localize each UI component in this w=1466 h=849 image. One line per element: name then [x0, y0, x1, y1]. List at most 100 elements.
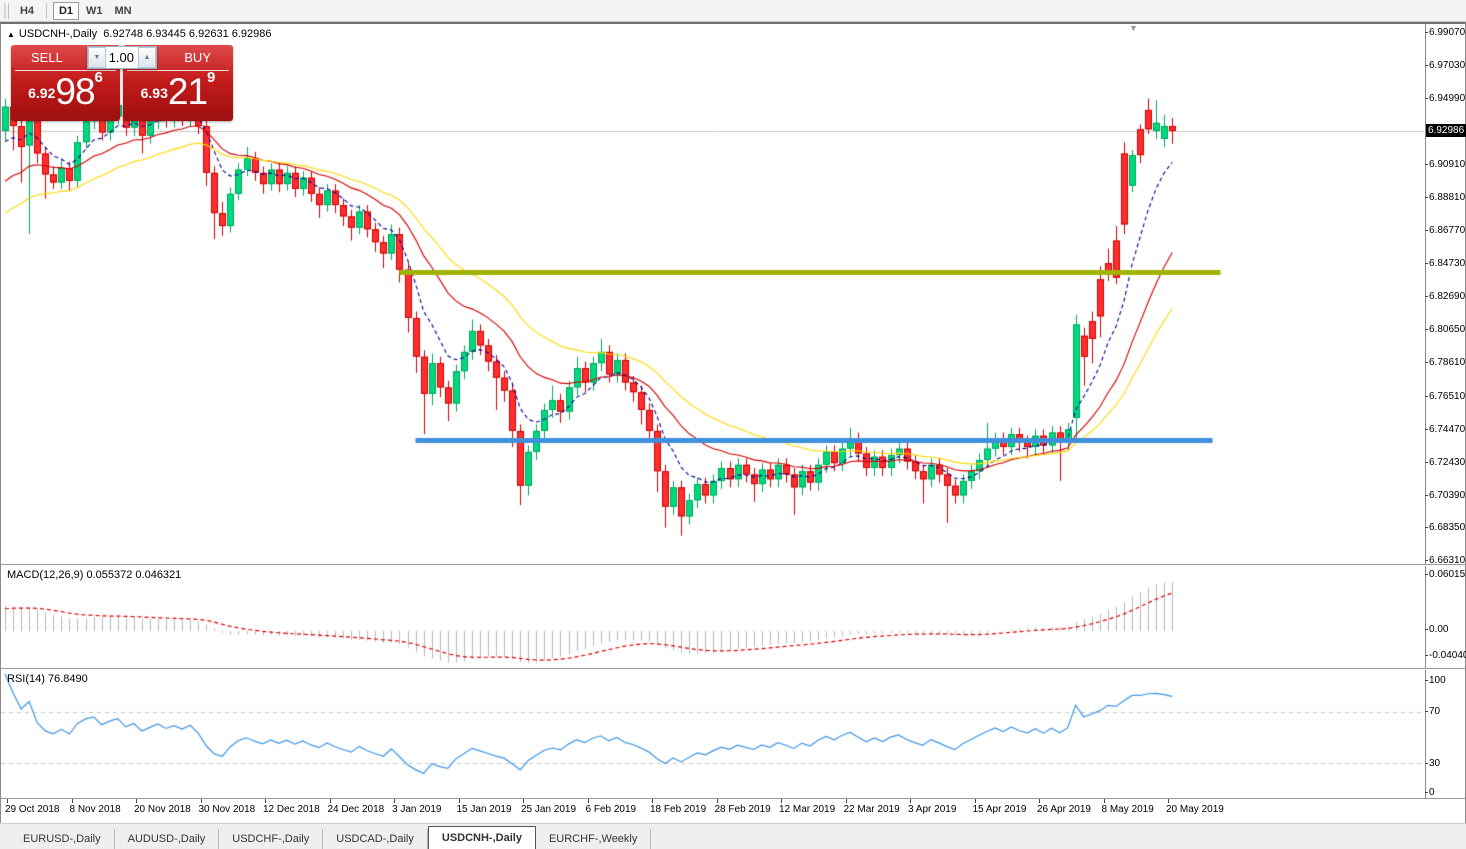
- date-tick: [523, 799, 524, 803]
- macd-panel: MACD(12,26,9) 0.055372 0.046321 0.060159…: [1, 566, 1465, 668]
- date-tick: [910, 799, 911, 803]
- date-axis-label: 12 Mar 2019: [779, 804, 835, 815]
- price-axis-label: 6.70390: [1429, 490, 1465, 501]
- ask-price-big: 21: [168, 71, 207, 112]
- date-axis: 29 Oct 20188 Nov 201820 Nov 201830 Nov 2…: [1, 799, 1465, 823]
- ask-price-pip: 9: [207, 69, 215, 86]
- volume-decrease-button[interactable]: ▼: [88, 47, 106, 68]
- date-axis-label: 3 Apr 2019: [908, 804, 956, 815]
- price-axis-label: 6.99070: [1429, 27, 1465, 38]
- date-tick: [330, 799, 331, 803]
- volume-spinner: ▼ 1.00 ▲: [87, 46, 157, 69]
- volume-increase-button[interactable]: ▲: [138, 47, 156, 68]
- date-axis-label: 30 Nov 2018: [199, 804, 256, 815]
- rsi-indicator-label: RSI(14) 76.8490: [7, 673, 88, 685]
- rsi-canvas[interactable]: [1, 670, 1424, 798]
- date-tick: [72, 799, 73, 803]
- macd-canvas[interactable]: [1, 566, 1424, 668]
- timeframe-toolbar: H4 D1W1MN: [0, 0, 1466, 22]
- date-tick: [846, 799, 847, 803]
- macd-indicator-label: MACD(12,26,9) 0.055372 0.046321: [7, 569, 181, 581]
- date-axis-label: 22 Mar 2019: [844, 804, 900, 815]
- symbol-tab-bar: EURUSD-,DailyAUDUSD-,DailyUSDCHF-,DailyU…: [0, 823, 1466, 849]
- price-axis-label: 6.88810: [1429, 192, 1465, 203]
- collapse-triangle-icon[interactable]: ▲: [7, 30, 15, 39]
- date-tick: [975, 799, 976, 803]
- ask-price-main: 6.93: [141, 85, 168, 101]
- symbol-tab-usdcnh[interactable]: USDCNH-,Daily: [428, 826, 536, 849]
- price-axis-label: 6.68350: [1429, 522, 1465, 533]
- date-tick: [394, 799, 395, 803]
- bid-price-display: 6.92986: [11, 69, 120, 113]
- date-axis-label: 24 Dec 2018: [328, 804, 385, 815]
- date-axis-label: 15 Jan 2019: [457, 804, 512, 815]
- date-axis-label: 28 Feb 2019: [715, 804, 771, 815]
- price-axis-label: 6.84730: [1429, 258, 1465, 269]
- symbol-tab-eurusd[interactable]: EURUSD-,Daily: [10, 829, 115, 849]
- symbol-tab-usdchf[interactable]: USDCHF-,Daily: [219, 829, 323, 849]
- symbol-tab-audusd[interactable]: AUDUSD-,Daily: [115, 829, 220, 849]
- rsi-axis: 100 70 30 0: [1425, 670, 1465, 798]
- price-axis-label: 6.74470: [1429, 424, 1465, 435]
- date-axis-label: 20 Nov 2018: [134, 804, 191, 815]
- toolbar-separator: [46, 3, 47, 19]
- one-click-trade-panel: SELL 6.92986 BUY 6.93219 ▼ 1.00 ▲: [11, 45, 233, 121]
- timeframe-button-d1[interactable]: D1: [53, 2, 79, 20]
- bid-price-big: 98: [55, 71, 94, 112]
- price-axis-label: 6.76510: [1429, 391, 1465, 402]
- macd-axis-label: 0.060159: [1429, 569, 1466, 580]
- date-tick: [652, 799, 653, 803]
- chart-title: ▲ USDCNH-,Daily 6.92748 6.93445 6.92631 6…: [7, 28, 272, 40]
- date-tick: [459, 799, 460, 803]
- volume-input[interactable]: 1.00: [106, 47, 138, 68]
- date-tick: [781, 799, 782, 803]
- macd-axis-label: -0.040407: [1429, 650, 1466, 661]
- rsi-panel: RSI(14) 76.8490 100 70 30 0: [1, 670, 1465, 798]
- date-axis-label: 8 Nov 2018: [70, 804, 121, 815]
- date-tick: [1039, 799, 1040, 803]
- date-tick: [7, 799, 8, 803]
- current-price-tag: 6.92986: [1426, 124, 1466, 137]
- ask-price-display: 6.93219: [123, 69, 233, 113]
- macd-axis-label: 0.00: [1429, 624, 1448, 635]
- price-axis-label: 6.66310: [1429, 555, 1465, 566]
- macd-axis: 0.060159 0.00 -0.040407: [1425, 566, 1465, 668]
- date-tick: [1168, 799, 1169, 803]
- price-axis-label: 6.78610: [1429, 357, 1465, 368]
- toolbar-grip-icon: [4, 3, 9, 19]
- price-axis-label: 6.82690: [1429, 291, 1465, 302]
- date-axis-label: 20 May 2019: [1166, 804, 1224, 815]
- date-tick: [717, 799, 718, 803]
- date-tick: [136, 799, 137, 803]
- chart-ohlc-quote: 6.92748 6.93445 6.92631 6.92986: [103, 28, 271, 40]
- date-axis-label: 3 Jan 2019: [392, 804, 442, 815]
- price-axis-label: 6.86770: [1429, 225, 1465, 236]
- symbol-tab-usdcad[interactable]: USDCAD-,Daily: [323, 829, 428, 849]
- timeframe-button-h4[interactable]: H4: [14, 2, 40, 20]
- price-axis-label: 6.80650: [1429, 324, 1465, 335]
- timeframe-button-mn[interactable]: MN: [110, 2, 137, 20]
- bid-price-main: 6.92: [28, 85, 55, 101]
- date-tick: [201, 799, 202, 803]
- main-chart-panel: ▲ USDCNH-,Daily 6.92748 6.93445 6.92631 6…: [1, 24, 1465, 564]
- bid-price-pip: 6: [95, 69, 103, 86]
- price-axis-label: 6.72430: [1429, 457, 1465, 468]
- rsi-axis-label: 70: [1429, 706, 1440, 717]
- date-axis-label: 12 Dec 2018: [263, 804, 320, 815]
- rsi-axis-label: 100: [1429, 675, 1446, 686]
- date-axis-label: 8 May 2019: [1102, 804, 1154, 815]
- rsi-axis-label: 30: [1429, 758, 1440, 769]
- rsi-axis-label: 0: [1429, 787, 1435, 798]
- date-tick: [588, 799, 589, 803]
- date-tick: [265, 799, 266, 803]
- chart-symbol-label: USDCNH-,Daily: [19, 28, 97, 40]
- price-axis-label: 6.94990: [1429, 93, 1465, 104]
- price-axis-label: 6.90910: [1429, 159, 1465, 170]
- date-axis-label: 18 Feb 2019: [650, 804, 706, 815]
- sell-label: SELL: [31, 50, 63, 65]
- date-tick: [1104, 799, 1105, 803]
- timeframe-button-w1[interactable]: W1: [81, 2, 108, 20]
- chart-shift-marker-icon[interactable]: ▼: [1129, 23, 1138, 33]
- symbol-tab-eurchf[interactable]: EURCHF-,Weekly: [536, 829, 651, 849]
- chart-window: ▲ USDCNH-,Daily 6.92748 6.93445 6.92631 6…: [0, 22, 1466, 823]
